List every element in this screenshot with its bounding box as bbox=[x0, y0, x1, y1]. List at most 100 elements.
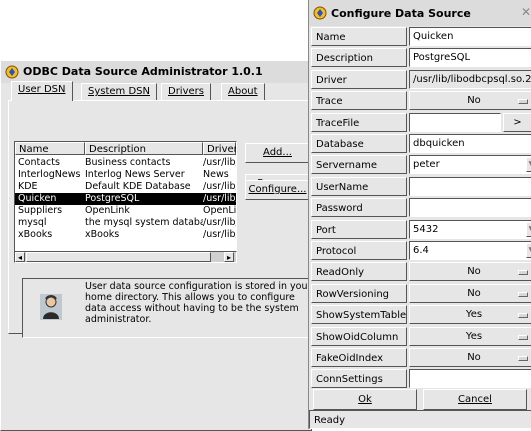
driver-field: /usr/lib/libodbcpsql.so.2.5.0 bbox=[409, 69, 531, 89]
column-header-description[interactable]: Description bbox=[85, 142, 203, 155]
property-row-showsystemtables: ShowSystemTables Yes bbox=[309, 304, 531, 325]
property-label-showoidcolumn: ShowOidColumn bbox=[311, 326, 407, 346]
port-field[interactable]: 5432 ▼ bbox=[409, 219, 531, 239]
servername-field[interactable]: peter ▼ bbox=[409, 155, 531, 175]
cell-desc: Default KDE Database bbox=[85, 181, 191, 192]
cell-driver: OpenLi bbox=[203, 205, 236, 216]
toggle-indicator-icon bbox=[518, 313, 528, 319]
property-label-trace: Trace bbox=[311, 91, 407, 111]
property-label-connsettings: ConnSettings bbox=[311, 369, 407, 389]
property-label-password: Password bbox=[311, 198, 407, 218]
readonly-toggle[interactable]: No bbox=[409, 262, 531, 282]
tracefile-browse-button[interactable]: > bbox=[503, 112, 531, 132]
property-row-name: Name Quicken bbox=[309, 26, 531, 47]
cell-driver: /usr/lib/ bbox=[203, 181, 236, 192]
property-row-description: Description PostgreSQL bbox=[309, 47, 531, 68]
column-header-name[interactable]: Name bbox=[15, 142, 85, 155]
tracefile-field[interactable] bbox=[409, 112, 501, 132]
cancel-button[interactable]: Cancel bbox=[423, 389, 527, 410]
config-title-bar[interactable]: Configure Data Source ✕ bbox=[309, 0, 531, 26]
tab-system-dsn[interactable]: System DSN bbox=[81, 83, 157, 100]
property-label-name: Name bbox=[311, 27, 407, 46]
table-row[interactable]: Contacts Business contacts/usr/lib/ bbox=[15, 157, 236, 169]
property-row-servername: Servername peter ▼ bbox=[309, 154, 531, 175]
dsn-list-hscrollbar[interactable]: ◂ ▸ bbox=[14, 251, 237, 263]
showoidcolumn-toggle[interactable]: Yes bbox=[409, 326, 531, 346]
rowversioning-toggle[interactable]: No bbox=[409, 283, 531, 303]
configure-button[interactable]: Configure... bbox=[245, 180, 310, 200]
rowversioning-toggle-value: No bbox=[467, 287, 481, 299]
cell-desc: xBooks bbox=[85, 229, 120, 240]
property-row-password: Password bbox=[309, 197, 531, 218]
username-field[interactable] bbox=[409, 176, 531, 196]
close-icon[interactable]: ✕ bbox=[521, 5, 531, 19]
property-row-database: Database dbquicken bbox=[309, 133, 531, 154]
cell-desc: the mysql system database bbox=[85, 217, 203, 228]
property-row-fakeoidindex: FakeOidIndex No bbox=[309, 347, 531, 368]
tab-drivers[interactable]: Drivers bbox=[161, 83, 211, 100]
database-field[interactable]: dbquicken bbox=[409, 134, 531, 153]
user-person-icon bbox=[40, 294, 62, 323]
table-row[interactable]: KDE Default KDE Database/usr/lib/ bbox=[15, 181, 236, 193]
showsystemtables-toggle[interactable]: Yes bbox=[409, 305, 531, 325]
add-button[interactable]: Add... bbox=[245, 143, 310, 163]
trace-toggle[interactable]: No bbox=[409, 91, 531, 111]
property-label-fakeoidindex: FakeOidIndex bbox=[311, 348, 407, 367]
property-label-rowversioning: RowVersioning bbox=[311, 283, 407, 303]
cell-name: Quicken bbox=[18, 193, 57, 204]
cell-driver: /usr/lib/ bbox=[203, 193, 236, 204]
connsettings-field[interactable] bbox=[409, 369, 531, 389]
property-label-driver: Driver bbox=[311, 69, 407, 89]
hscroll-thumb[interactable] bbox=[26, 252, 211, 262]
toggle-indicator-icon bbox=[518, 270, 528, 276]
showsystemtables-toggle-value: Yes bbox=[465, 309, 483, 321]
combo-dropdown-icon[interactable]: ▼ bbox=[526, 243, 531, 258]
database-value: dbquicken bbox=[413, 138, 465, 149]
cell-driver: /usr/lib/ bbox=[203, 157, 236, 168]
table-row[interactable]: xBooks xBooks/usr/lib/ bbox=[15, 229, 236, 241]
odbc-window-title: ODBC Data Source Administrator 1.0.1 bbox=[23, 65, 263, 78]
combo-dropdown-icon[interactable]: ▼ bbox=[526, 221, 531, 237]
toggle-indicator-icon bbox=[518, 291, 528, 297]
cell-name: KDE bbox=[18, 181, 38, 192]
password-field[interactable] bbox=[409, 198, 531, 218]
scroll-left-arrow-icon[interactable]: ◂ bbox=[15, 252, 25, 262]
combo-dropdown-icon[interactable]: ▼ bbox=[526, 157, 531, 173]
property-row-driver: Driver/usr/lib/libodbcpsql.so.2.5.0 bbox=[309, 69, 531, 90]
table-row[interactable]: mysql the mysql system database/usr/lib/ bbox=[15, 217, 236, 229]
odbc-app-icon bbox=[5, 65, 19, 82]
status-bar: Ready bbox=[309, 410, 531, 429]
name-field[interactable]: Quicken bbox=[409, 27, 531, 46]
cell-driver: /usr/lib/ bbox=[203, 229, 236, 240]
protocol-field[interactable]: 6.4 ▼ bbox=[409, 241, 531, 260]
odbc-title-bar[interactable]: ODBC Data Source Administrator 1.0.1 bbox=[1, 61, 311, 83]
ok-button[interactable]: Ok bbox=[313, 389, 417, 410]
cell-driver: News bbox=[203, 169, 229, 180]
cell-name: Contacts bbox=[18, 157, 60, 168]
servername-value: peter bbox=[413, 159, 440, 171]
property-label-description: Description bbox=[311, 48, 407, 68]
trace-toggle-value: No bbox=[467, 95, 481, 107]
property-label-servername: Servername bbox=[311, 155, 407, 175]
driver-value: /usr/lib/libodbcpsql.so.2.5.0 bbox=[413, 73, 531, 85]
readonly-toggle-value: No bbox=[467, 266, 481, 278]
column-header-driver[interactable]: Driver bbox=[203, 142, 236, 155]
fakeoidindex-toggle[interactable]: No bbox=[409, 348, 531, 367]
cell-name: xBooks bbox=[18, 229, 53, 240]
table-row[interactable]: Quicken PostgreSQL/usr/lib/ bbox=[15, 193, 236, 205]
table-row[interactable]: InterlogNews Interlog News Server News bbox=[15, 169, 236, 181]
description-field[interactable]: PostgreSQL bbox=[409, 48, 531, 68]
property-row-protocol: Protocol 6.4 ▼ bbox=[309, 240, 531, 261]
scroll-right-arrow-icon[interactable]: ▸ bbox=[224, 252, 234, 262]
toggle-indicator-icon bbox=[518, 356, 528, 361]
toggle-indicator-icon bbox=[518, 99, 528, 105]
property-row-readonly: ReadOnly No bbox=[309, 261, 531, 282]
table-row[interactable]: Suppliers OpenLink OpenLi bbox=[15, 205, 236, 217]
property-label-database: Database bbox=[311, 134, 407, 153]
tab-user-dsn[interactable]: User DSN bbox=[11, 81, 73, 101]
config-window-title: Configure Data Source bbox=[331, 7, 471, 20]
tab-about[interactable]: About bbox=[221, 83, 265, 100]
property-label-readonly: ReadOnly bbox=[311, 262, 407, 282]
port-value: 5432 bbox=[413, 223, 439, 235]
dsn-list[interactable]: Name Description Driver Contacts Business… bbox=[14, 141, 237, 263]
